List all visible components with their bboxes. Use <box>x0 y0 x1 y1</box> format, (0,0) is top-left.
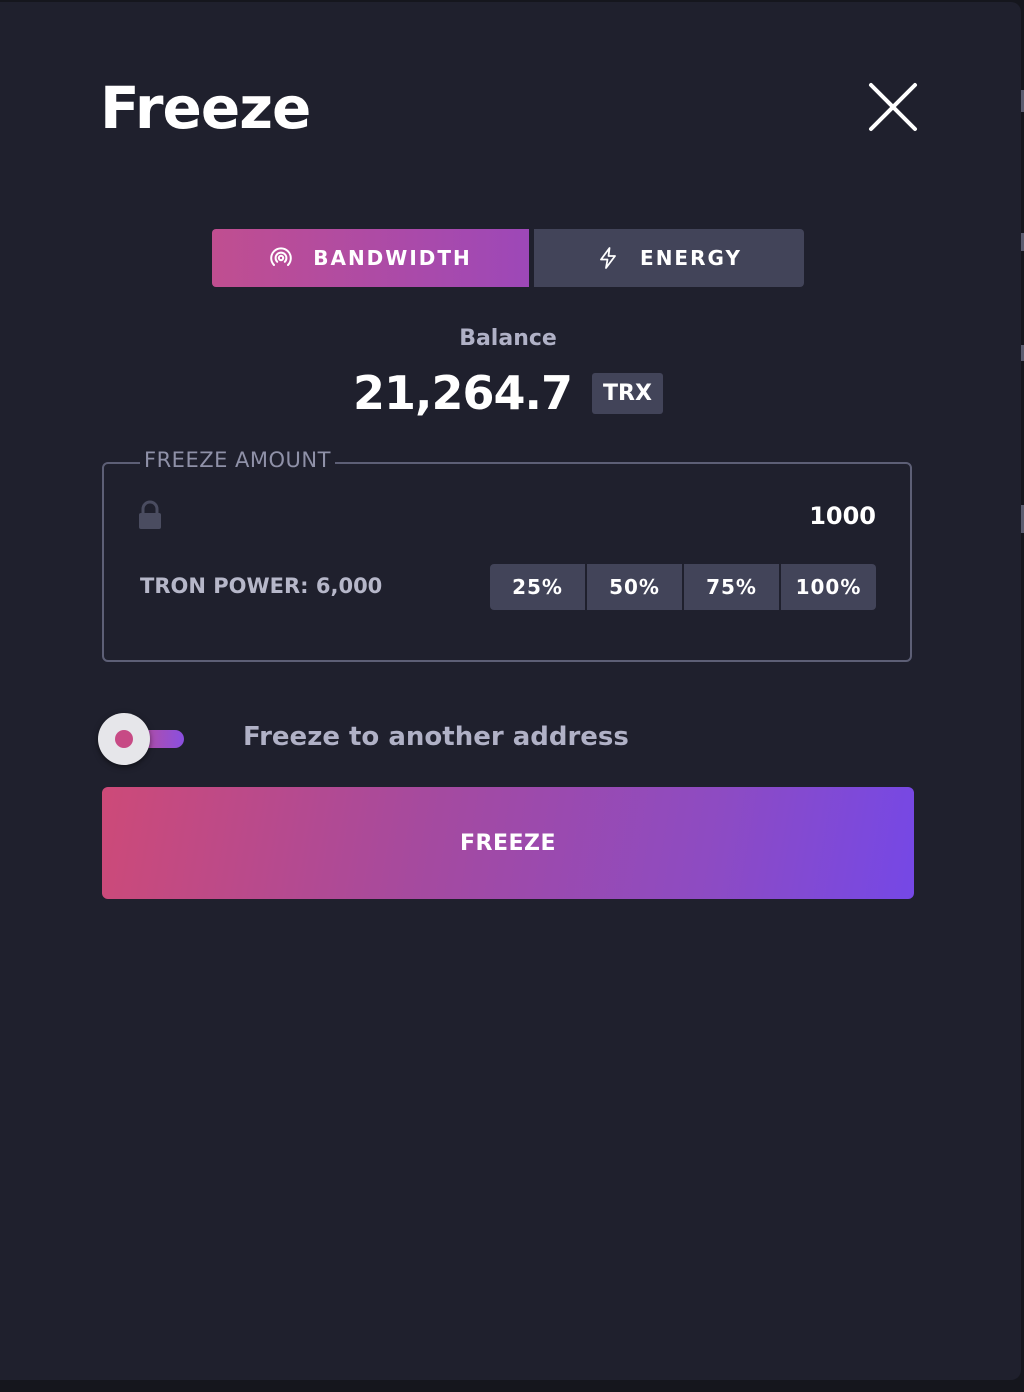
broadcast-icon <box>269 246 293 270</box>
another-address-toggle[interactable] <box>98 713 188 765</box>
percent-50-button[interactable]: 50% <box>587 564 682 610</box>
freeze-amount-field: FREEZE AMOUNT TRON POWER: 6,000 25% 50% … <box>102 448 912 662</box>
tab-label: ENERGY <box>640 246 742 270</box>
resource-tabs: BANDWIDTH ENERGY <box>212 229 804 287</box>
freeze-amount-input[interactable] <box>576 498 876 534</box>
close-icon[interactable] <box>866 80 920 134</box>
tab-bandwidth[interactable]: BANDWIDTH <box>212 229 529 287</box>
tron-power-text: TRON POWER: 6,000 <box>140 574 383 598</box>
currency-badge: TRX <box>592 372 663 414</box>
freeze-modal: Freeze BANDWIDTH ENERGY Balance 21,264.7… <box>0 2 1021 1380</box>
percent-25-button[interactable]: 25% <box>490 564 585 610</box>
tab-energy[interactable]: ENERGY <box>534 229 804 287</box>
toggle-knob <box>98 713 150 765</box>
lightning-icon <box>596 246 620 270</box>
toggle-dot <box>115 730 133 748</box>
percent-75-button[interactable]: 75% <box>684 564 779 610</box>
tab-label: BANDWIDTH <box>313 246 472 270</box>
freeze-button[interactable]: FREEZE <box>102 787 914 899</box>
balance-label: Balance <box>459 326 557 351</box>
percent-100-button[interactable]: 100% <box>781 564 876 610</box>
balance-value: 21,264.7 <box>353 366 573 420</box>
lock-icon <box>138 500 162 530</box>
modal-title: Freeze <box>100 74 311 142</box>
percent-button-group: 25% 50% 75% 100% <box>490 564 876 610</box>
freeze-amount-label: FREEZE AMOUNT <box>140 448 335 472</box>
another-address-label: Freeze to another address <box>243 722 629 752</box>
balance-row: 21,264.7 TRX <box>0 366 1016 420</box>
